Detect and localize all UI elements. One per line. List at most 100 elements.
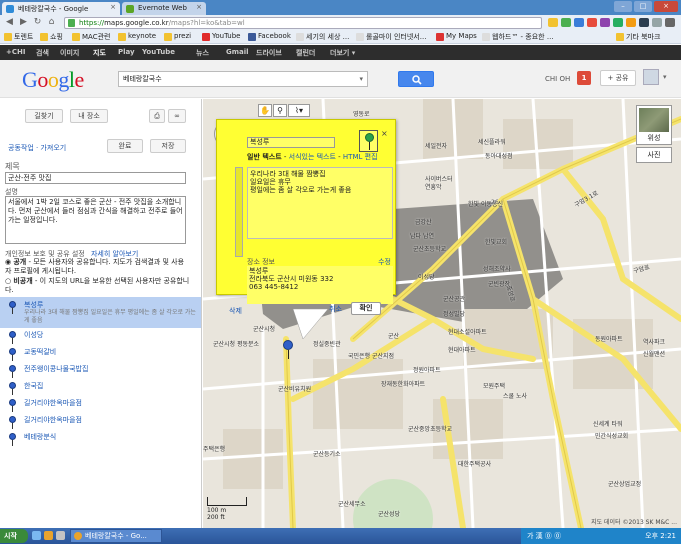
hand-tool-icon[interactable]: ✋ <box>258 104 272 117</box>
my-places-button[interactable]: 내 장소 <box>70 109 108 123</box>
place-name[interactable]: 길거리야한옥마을점 <box>24 415 82 425</box>
extension-icon[interactable] <box>587 18 597 27</box>
radio-selected-icon[interactable]: ◉ <box>5 258 11 266</box>
extension-icon[interactable] <box>574 18 584 27</box>
extension-icon[interactable] <box>561 18 571 27</box>
cancel-link[interactable]: 취소 <box>329 304 342 314</box>
back-icon[interactable]: ◀ <box>4 17 15 28</box>
taskbar-window-button[interactable]: 베테랑칼국수 - Go... <box>70 529 162 543</box>
collab-import-link[interactable]: 공동작업 · 가져오기 <box>8 143 66 153</box>
google-drive-icon[interactable] <box>613 18 623 27</box>
text-format-toolbar[interactable] <box>235 167 243 257</box>
place-name[interactable]: 한국집 <box>24 381 43 391</box>
tab-plain-text[interactable]: 일반 텍스트 <box>247 153 282 161</box>
google-logo[interactable]: Google <box>22 67 84 93</box>
satellite-button[interactable]: 위성 <box>636 105 672 145</box>
browser-tab-evernote[interactable]: Evernote Web × <box>122 2 206 15</box>
photo-button[interactable]: 사진 <box>636 147 672 163</box>
place-name[interactable]: 전주왱이콩나물국밥집 <box>24 364 88 374</box>
close-tab-icon[interactable]: × <box>196 3 202 11</box>
close-window-icon[interactable]: × <box>654 1 678 12</box>
line-tool-icon[interactable]: ⌇▾ <box>288 104 310 117</box>
bookmark-item[interactable]: keynote <box>118 32 156 41</box>
share-button[interactable]: + 공유 <box>600 70 636 86</box>
clock[interactable]: 오후 2:21 <box>645 528 676 544</box>
map-canvas[interactable]: 세신플라워 동아대성점 세일전자 사이버스터 연흥악 한빛 이동통신 금강산 남… <box>203 99 681 528</box>
list-item[interactable]: 복성루 우리나라 3대 해물 짬뽕집 일요일은 휴무 평일에는 좀 살 각오로 … <box>0 297 201 328</box>
maximize-icon[interactable]: □ <box>634 1 652 12</box>
start-button[interactable]: 시작 <box>0 529 28 543</box>
chrome-quicklaunch-icon[interactable] <box>44 531 53 540</box>
place-name[interactable]: 길거리야한옥마을점 <box>24 398 82 408</box>
gbar-item-active[interactable]: 지도 <box>93 48 106 58</box>
link-icon[interactable]: ∞ <box>168 109 186 123</box>
tab-html[interactable]: HTML 편집 <box>343 153 378 161</box>
gbar-item[interactable]: 캘린더 <box>296 48 315 58</box>
bookmark-item[interactable]: 토렌트 <box>4 32 33 42</box>
place-name[interactable]: 이성당 <box>24 330 43 340</box>
place-name[interactable]: 교동떡갈비 <box>24 347 56 357</box>
bookmark-item[interactable]: My Maps <box>436 32 477 41</box>
placemark-tool-icon[interactable]: ⚲ <box>273 104 287 117</box>
map-title-field[interactable]: 군산-전주 맛집 <box>5 172 186 184</box>
save-button[interactable]: 저장 <box>150 139 186 153</box>
chevron-down-icon[interactable]: ▾ <box>359 72 363 86</box>
settings-wrench-icon[interactable] <box>665 18 675 27</box>
placemark-pin-icon[interactable] <box>283 340 293 359</box>
gbar-item[interactable]: YouTube <box>142 48 175 56</box>
bookmark-item[interactable]: 롤골마이 인터넷서... <box>356 32 426 42</box>
gbar-item[interactable]: 드라이브 <box>256 48 282 58</box>
gbar-item[interactable]: 검색 <box>36 48 49 58</box>
gbar-item[interactable]: +CHI <box>6 48 25 56</box>
public-radio-row[interactable]: ◉ 공개 - 모든 사용자와 공유합니다. 지도가 검색결과 및 사용자 프로필… <box>5 258 190 276</box>
list-item[interactable]: 베테랑분식 <box>0 429 201 449</box>
search-button[interactable] <box>398 71 434 87</box>
bookmark-item[interactable]: 기타 북마크 <box>616 32 660 42</box>
url-input[interactable]: https://maps.google.co.kr/maps?hl=ko&tab… <box>64 17 542 29</box>
bookmark-item[interactable]: 웹하드™ - 종요한 ... <box>482 32 554 42</box>
directions-button[interactable]: 길찾기 <box>25 109 63 123</box>
bookmark-item[interactable]: Facebook <box>248 32 291 41</box>
print-icon[interactable]: ⎙ <box>149 109 165 123</box>
extension-icon[interactable] <box>652 18 662 27</box>
change-icon-button[interactable] <box>359 130 378 152</box>
home-icon[interactable]: ⌂ <box>46 17 57 28</box>
bookmark-item[interactable]: MAC관련 <box>72 32 110 42</box>
placemark-title-field[interactable]: 복성루 <box>247 137 335 148</box>
quicklaunch-icon[interactable] <box>56 531 65 540</box>
close-tab-icon[interactable]: × <box>110 3 116 11</box>
user-name[interactable]: CHI OH <box>545 75 570 83</box>
gbar-item[interactable]: Gmail <box>226 48 249 56</box>
extension-icon[interactable] <box>639 18 649 27</box>
learn-more-link[interactable]: 자세히 알아보기 <box>91 250 138 258</box>
bookmark-star-icon[interactable] <box>548 18 558 27</box>
browser-tab-active[interactable]: 베테랑칼국수 - Google × <box>2 2 120 15</box>
gbar-item[interactable]: 이미지 <box>60 48 79 58</box>
bookmark-item[interactable]: prezi <box>164 32 191 41</box>
quicklaunch-icon[interactable] <box>32 531 41 540</box>
gbar-item[interactable]: 뉴스 <box>196 48 209 58</box>
radio-empty-icon[interactable]: ○ <box>5 277 11 285</box>
forward-icon[interactable]: ▶ <box>18 17 29 28</box>
chevron-down-icon[interactable]: ▾ <box>663 73 667 81</box>
gbar-item[interactable]: Play <box>118 48 135 56</box>
bookmark-item[interactable]: YouTube <box>202 32 240 41</box>
extension-icon[interactable] <box>626 18 636 27</box>
done-button[interactable]: 완료 <box>107 139 143 153</box>
search-input[interactable]: 베테랑칼국수 ▾ <box>118 71 368 87</box>
delete-link[interactable]: 삭제 <box>229 306 242 316</box>
notification-badge[interactable]: 1 <box>577 71 591 85</box>
minimize-icon[interactable]: – <box>614 1 632 12</box>
tab-rich-text[interactable]: 서식있는 텍스트 <box>289 153 336 161</box>
bookmark-item[interactable]: 쇼핑 <box>40 32 63 42</box>
reload-icon[interactable]: ↻ <box>32 17 43 28</box>
tray-icons[interactable]: 가 漢 ⓪ ⓪ <box>527 532 561 540</box>
ok-button[interactable]: 확인 <box>351 302 381 315</box>
place-name[interactable]: 베테랑분식 <box>24 432 56 442</box>
close-icon[interactable]: × <box>381 129 388 138</box>
map-description-field[interactable]: 서울에서 1박 2일 코스로 좋은 군산 - 전주 맛집을 소개합니다. 먼저 … <box>5 196 186 244</box>
extension-icon[interactable] <box>600 18 610 27</box>
bookmark-item[interactable]: 세기의 세상 ... <box>296 32 349 42</box>
avatar[interactable]: ▾ <box>643 69 667 85</box>
unlisted-radio-row[interactable]: ○ 비공개 - 이 지도의 URL을 보유한 선택된 사용자만 공유합니다. <box>5 277 190 295</box>
